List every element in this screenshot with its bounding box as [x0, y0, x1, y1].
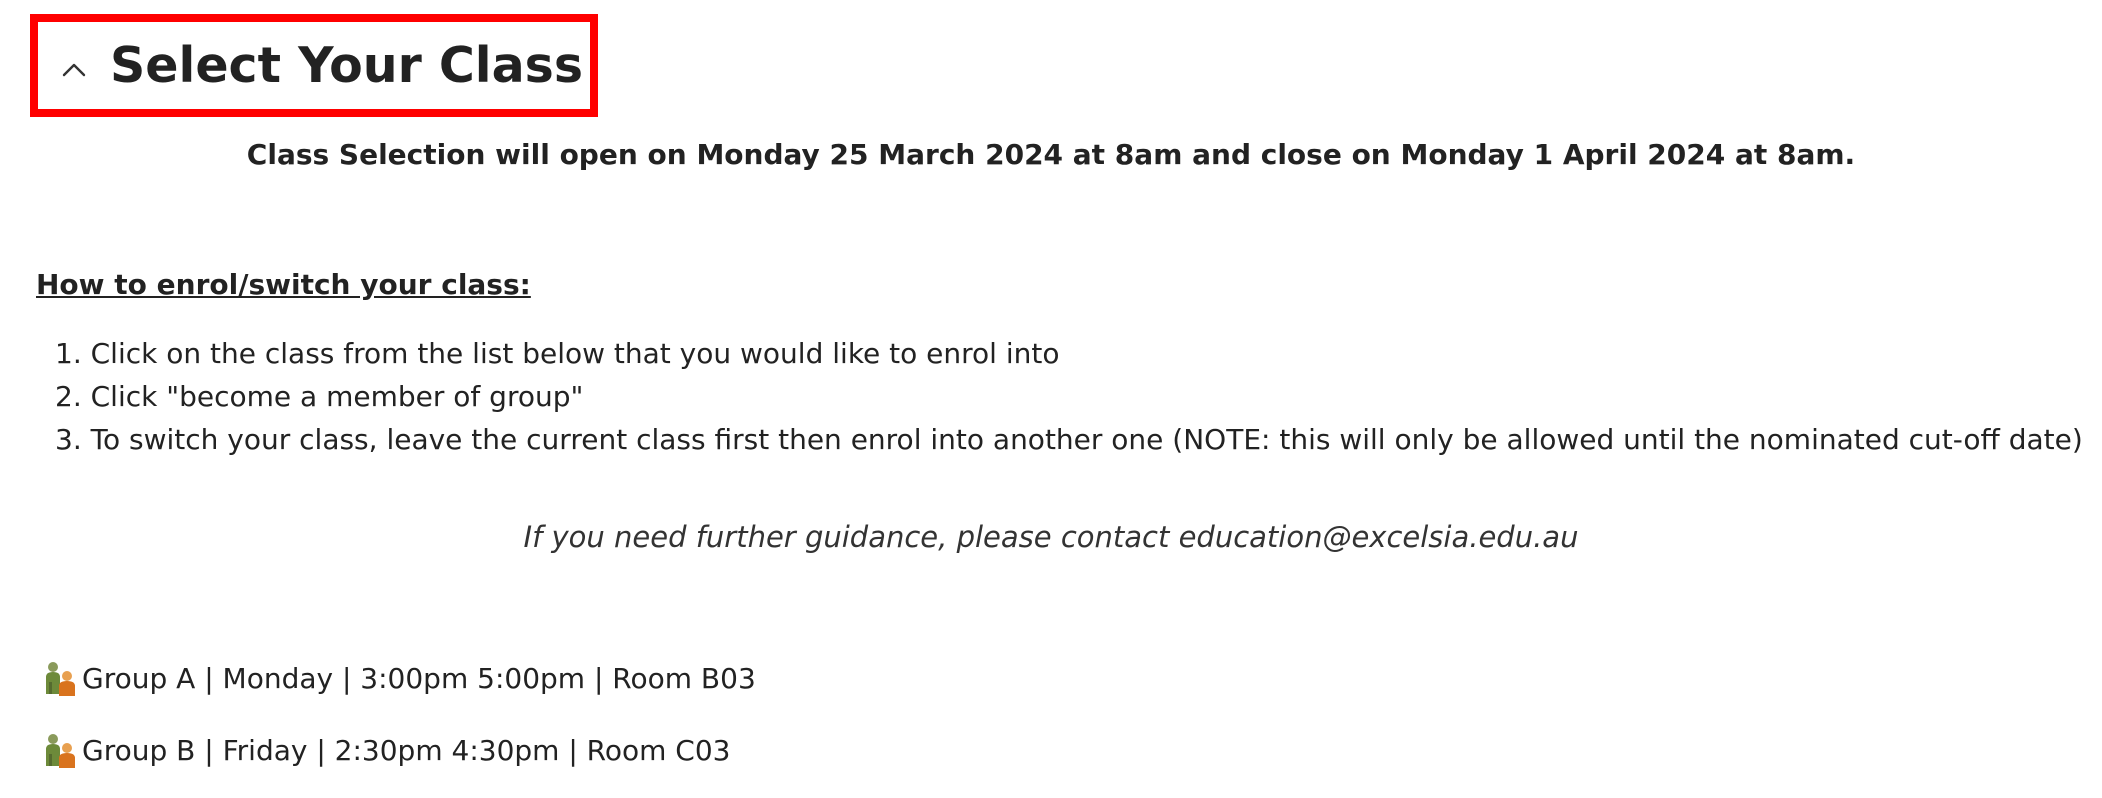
guidance-text: If you need further guidance, please con… [523, 520, 1579, 554]
group-b-label[interactable]: Group B | Friday | 2:30pm 4:30pm | Room … [82, 734, 730, 767]
group-a-label[interactable]: Group A | Monday | 3:00pm 5:00pm | Room … [82, 662, 756, 695]
howto-heading: How to enrol/switch your class: [36, 268, 531, 301]
page: Select Your Class Class Selection will o… [0, 0, 2102, 798]
instruction-step: 2. Click "become a member of group" [55, 380, 584, 413]
collapse-toggle[interactable]: Select Your Class [38, 37, 583, 94]
group-a-link[interactable]: Group A | Monday | 3:00pm 5:00pm | Room … [40, 658, 756, 698]
group-people-icon [46, 662, 75, 696]
chevron-up-icon[interactable] [60, 56, 88, 84]
section-header-highlight: Select Your Class [30, 14, 598, 117]
instruction-step: 1. Click on the class from the list belo… [55, 337, 1060, 370]
instruction-steps: 1. Click on the class from the list belo… [55, 332, 2083, 461]
section-title: Select Your Class [110, 37, 583, 94]
instruction-step: 3. To switch your class, leave the curre… [55, 423, 2083, 456]
group-people-icon [46, 734, 75, 768]
class-selection-notice: Class Selection will open on Monday 25 M… [246, 138, 1856, 171]
group-b-link[interactable]: Group B | Friday | 2:30pm 4:30pm | Room … [40, 730, 730, 770]
